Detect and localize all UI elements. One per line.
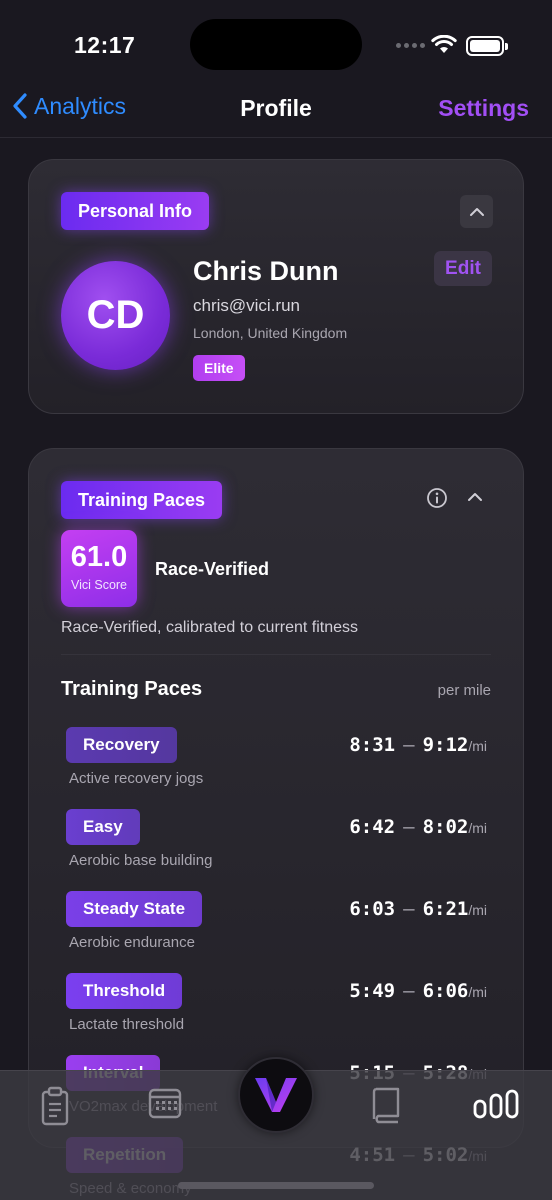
training-paces-header: Training Paces [61, 481, 223, 519]
info-icon[interactable] [426, 487, 448, 509]
range-dash: – [403, 898, 415, 920]
battery-icon [466, 36, 508, 56]
range-dash: – [403, 816, 415, 838]
status-bar: 12:17 [0, 0, 552, 80]
pace-zone-row[interactable]: Threshold Lactate threshold 5:49–6:06/mi [61, 973, 493, 1043]
vici-score-box: 61.0 Vici Score [61, 530, 137, 607]
status-time: 12:17 [74, 32, 136, 58]
zone-pace-min: 8:31 [349, 734, 396, 756]
vici-score-label: Vici Score [70, 578, 128, 592]
zone-pace-range: 6:42–8:02/mi [349, 816, 487, 838]
zone-pill: Steady State [66, 891, 203, 927]
calibration-text: Race-Verified, calibrated to current fit… [61, 619, 359, 636]
range-dash: – [403, 734, 415, 756]
vici-score-value: 61.0 [70, 541, 128, 573]
zone-description: Aerobic base building [69, 852, 213, 869]
collapse-paces-chevron-icon[interactable] [465, 487, 485, 507]
zone-pill: Recovery [66, 727, 177, 763]
training-paces-title: Training Paces [61, 678, 203, 700]
pace-zone-row[interactable]: Easy Aerobic base building 6:42–8:02/mi [61, 809, 493, 879]
pace-zone-row[interactable]: Recovery Active recovery jogs 8:31–9:12/mi [61, 727, 493, 797]
settings-button[interactable]: Settings [438, 95, 529, 122]
zone-description: Active recovery jogs [69, 770, 204, 787]
zone-pace-unit: /mi [468, 984, 487, 1000]
zone-pace-unit: /mi [468, 820, 487, 836]
zone-pill: Threshold [66, 973, 183, 1009]
wifi-icon [431, 35, 457, 53]
unit-label: per mile [437, 682, 491, 699]
personal-info-card: Personal Info CD Chris Dunn chris@vici.r… [28, 159, 524, 414]
nav-bar: Analytics Profile Settings [0, 80, 552, 138]
edit-button[interactable]: Edit [434, 251, 492, 286]
zone-pace-min: 6:42 [349, 816, 396, 838]
zone-pace-max: 6:06 [422, 980, 469, 1002]
zone-pill: Easy [66, 809, 140, 845]
zone-pace-range: 8:31–9:12/mi [349, 734, 487, 756]
zone-pace-max: 9:12 [422, 734, 469, 756]
range-dash: – [403, 980, 415, 1002]
zone-pace-range: 5:49–6:06/mi [349, 980, 487, 1002]
stats-icon[interactable] [473, 1089, 519, 1119]
zone-pace-min: 6:03 [349, 898, 396, 920]
zone-pace-unit: /mi [468, 738, 487, 754]
collapse-personal-info-button[interactable] [460, 195, 493, 228]
clipboard-icon[interactable] [40, 1086, 70, 1126]
book-icon[interactable] [370, 1086, 402, 1124]
personal-info-header: Personal Info [61, 192, 210, 230]
zone-description: Lactate threshold [69, 1016, 185, 1033]
profile-location: London, United Kingdom [193, 325, 348, 341]
profile-name: Chris Dunn [193, 256, 339, 286]
zone-pace-max: 8:02 [422, 816, 469, 838]
divider [61, 654, 491, 655]
vici-logo-icon[interactable] [238, 1057, 314, 1133]
pace-zone-row[interactable]: Steady State Aerobic endurance 6:03–6:21/m… [61, 891, 493, 961]
status-badge: Elite [193, 355, 245, 381]
verification-status: Race-Verified [155, 559, 270, 579]
zone-pace-min: 5:49 [349, 980, 396, 1002]
zone-description: Aerobic endurance [69, 934, 195, 951]
chevron-up-icon [469, 207, 484, 216]
training-paces-card: Training Paces 61.0 Vici Score Race-Veri… [28, 448, 524, 1197]
dynamic-island [190, 19, 362, 70]
profile-email: chris@vici.run [193, 296, 300, 315]
tab-bar [0, 1057, 552, 1200]
avatar[interactable]: CD [61, 261, 170, 370]
zone-pace-range: 6:03–6:21/mi [349, 898, 487, 920]
home-indicator [178, 1182, 374, 1189]
zone-pace-max: 6:21 [422, 898, 469, 920]
calendar-icon[interactable] [148, 1086, 182, 1120]
zone-pace-unit: /mi [468, 902, 487, 918]
signal-icon [396, 43, 425, 48]
